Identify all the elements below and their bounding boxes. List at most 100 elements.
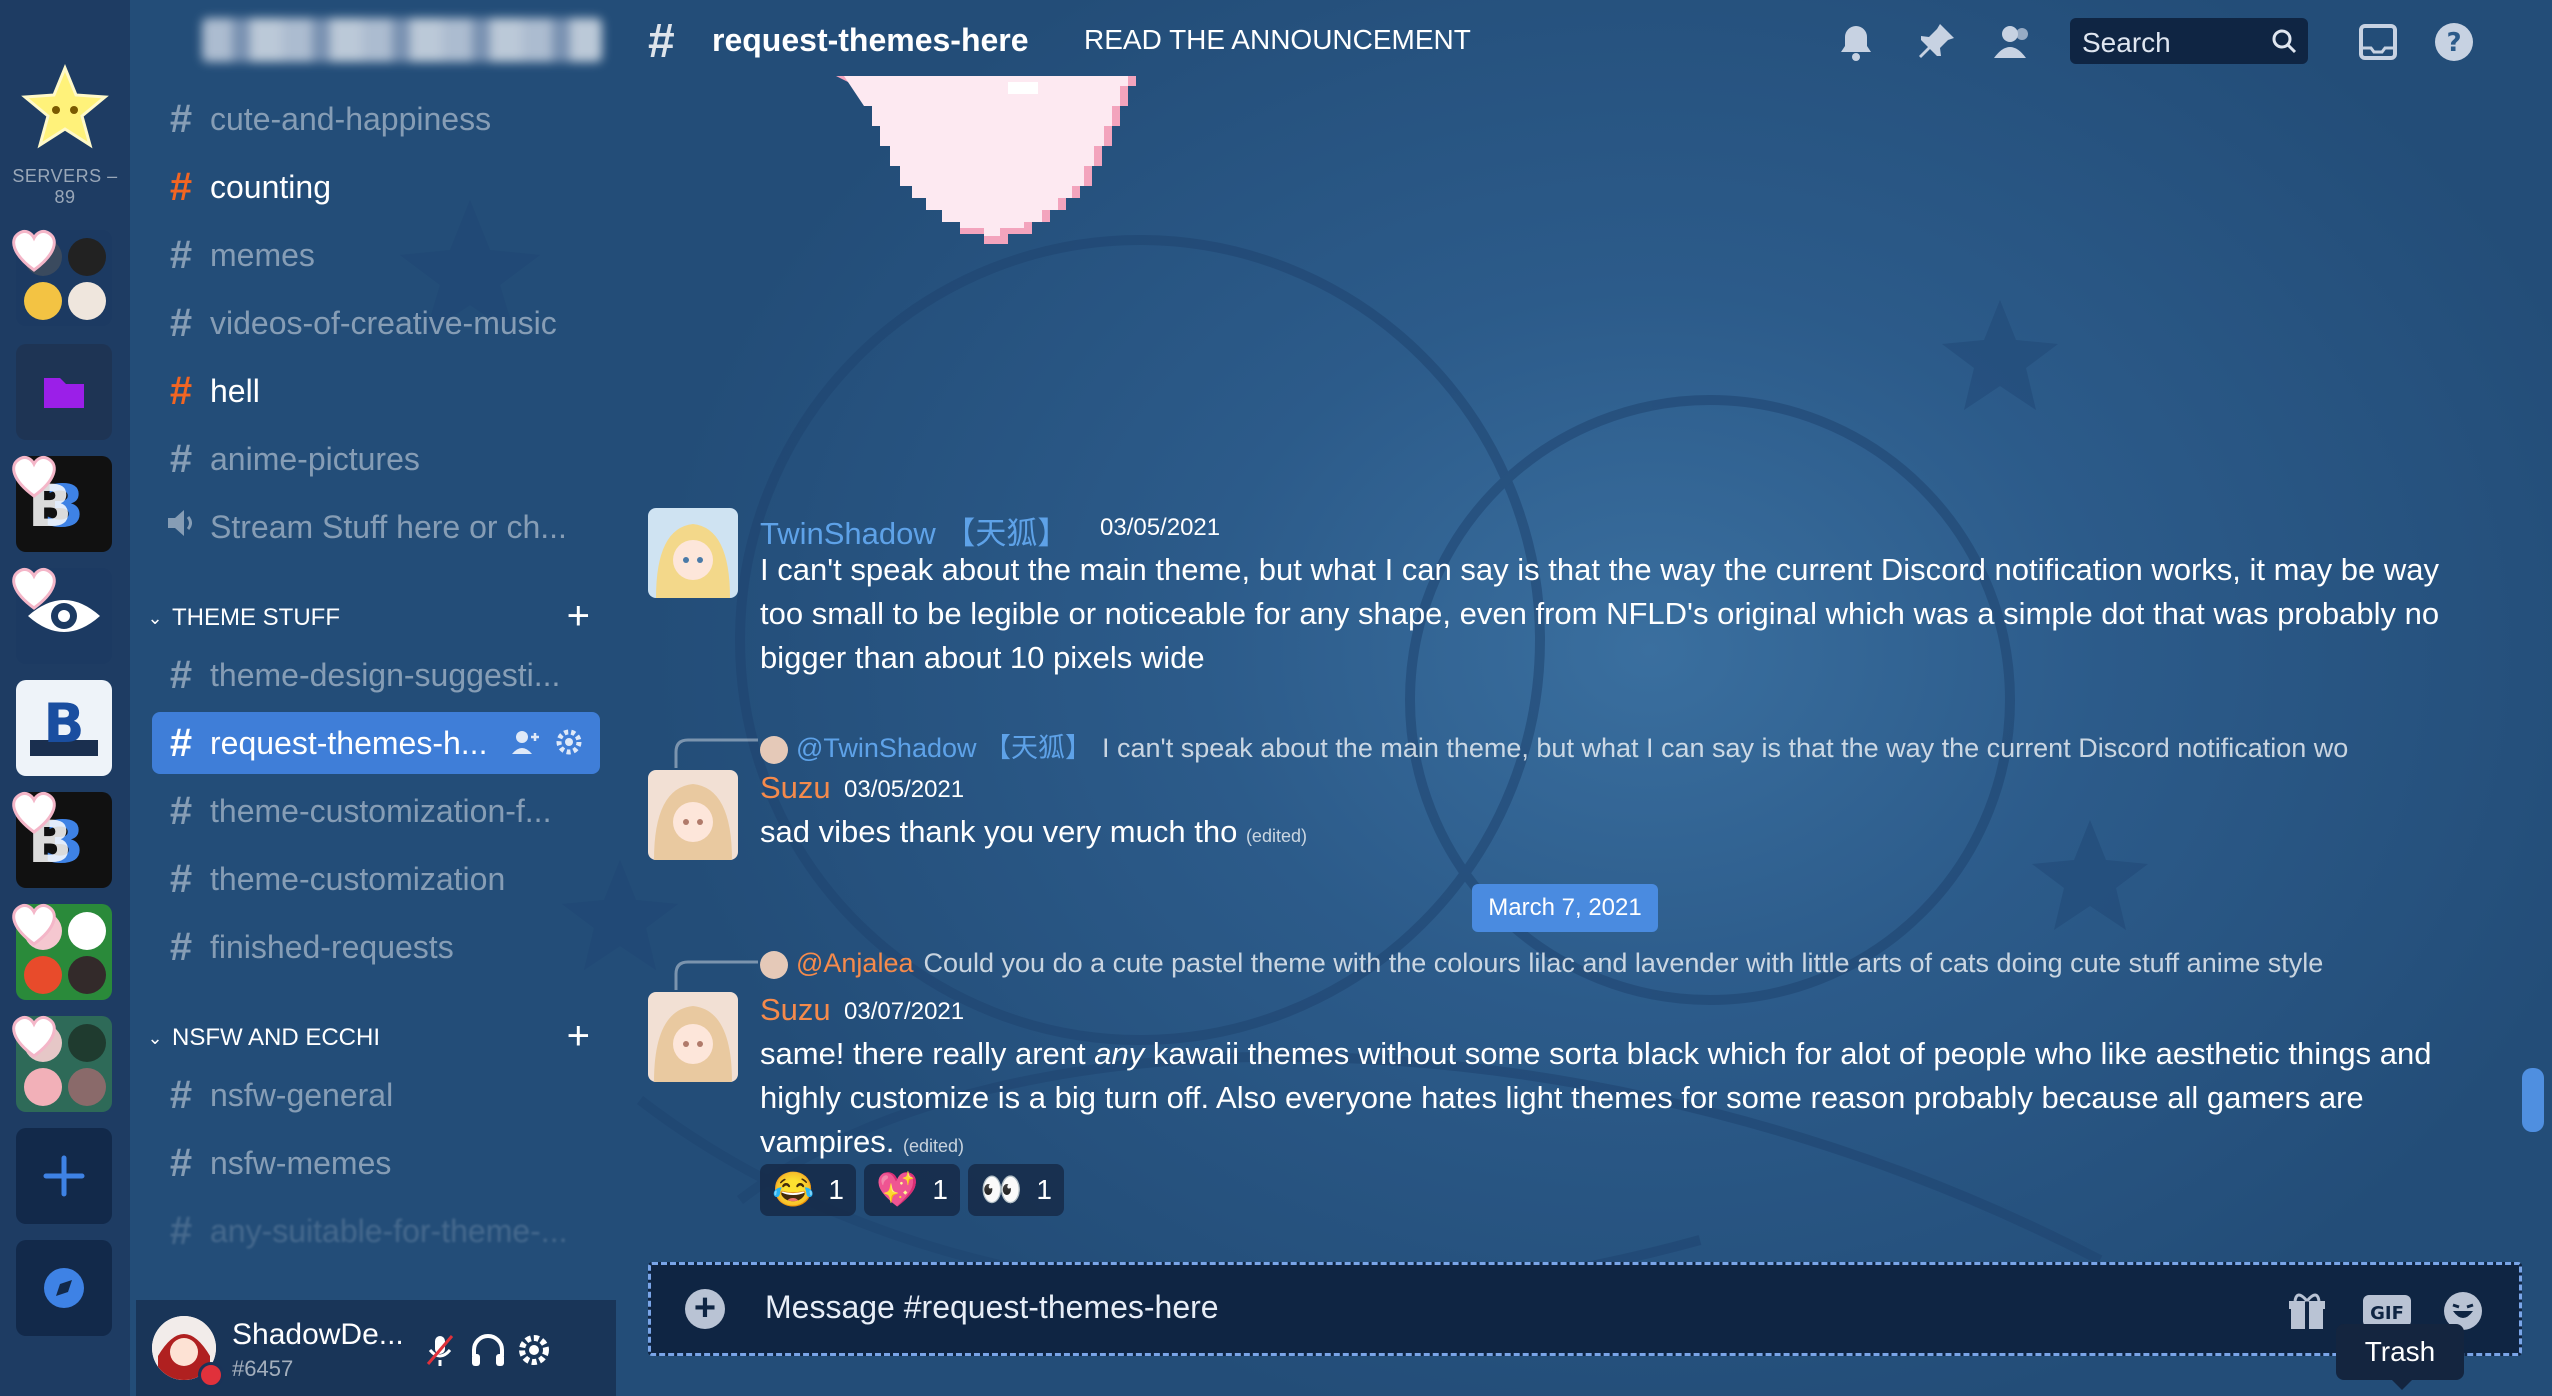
chevron-down-icon: ⌄ [147, 607, 163, 628]
hashtag-icon: # [169, 924, 193, 969]
discord-window: SERVERS – 89 3B B 3B # cute-and-happines… [0, 0, 2552, 1396]
reply-connector [674, 738, 758, 768]
reply-preview[interactable]: @Anjalea Could you do a cute pastel theme… [760, 948, 2450, 988]
channel-header: # request-themes-here READ THE ANNOUNCEM… [614, 0, 2552, 84]
message-text: same! there really arent any kawaii them… [760, 1036, 2432, 1159]
voice-channel-stream-stuff[interactable]: Stream Stuff here or ch... [152, 496, 600, 558]
channel-theme-design-suggestions[interactable]: # theme-design-suggesti... [152, 644, 600, 706]
attach-plus-button[interactable]: + [685, 1289, 725, 1329]
message-list: TwinShadow 【天狐】 03/05/2021 I can't speak… [614, 76, 2500, 1264]
server-count: SERVERS – 89 [12, 166, 118, 207]
reaction-joy[interactable]: 😂 1 [760, 1164, 856, 1216]
heart-badge-icon [12, 568, 56, 610]
channel-sidebar: # cute-and-happiness # counting # memes … [130, 0, 614, 1396]
status-dnd-icon [198, 1362, 224, 1388]
hashtag-icon: # [169, 436, 193, 481]
channel-finished-requests[interactable]: # finished-requests [152, 916, 600, 978]
channel-videos-of-creative-music[interactable]: # videos-of-creative-music [152, 292, 600, 354]
channel-memes[interactable]: # memes [152, 224, 600, 286]
inbox-icon[interactable] [2356, 20, 2400, 64]
channel-counting[interactable]: # counting [152, 156, 600, 218]
add-server-button[interactable] [16, 1128, 112, 1224]
svg-text:B: B [43, 692, 84, 755]
message-timestamp: 03/05/2021 [844, 776, 965, 803]
message-author[interactable]: TwinShadow 【天狐】 [760, 508, 1068, 553]
heart-badge-icon [12, 904, 56, 946]
category-nsfw-and-ecchi[interactable]: ⌄ NSFW AND ECCHI + [144, 1016, 614, 1058]
channel-request-themes-here[interactable]: # request-themes-h... [152, 712, 600, 774]
bell-icon[interactable] [1834, 20, 1878, 64]
avatar [760, 735, 788, 764]
scrollbar-thumb[interactable] [2522, 1068, 2544, 1132]
headphones-icon[interactable] [468, 1330, 508, 1370]
invite-user-icon[interactable] [510, 727, 540, 757]
hashtag-icon: # [648, 15, 675, 68]
gift-icon[interactable] [2285, 1289, 2329, 1333]
help-icon[interactable]: ? [2432, 20, 2476, 64]
message-input[interactable]: Message #request-themes-here [765, 1289, 1219, 1326]
create-channel-plus-icon[interactable]: + [567, 596, 590, 636]
home-star-icon[interactable] [20, 62, 110, 152]
channel-theme-customization-f[interactable]: # theme-customization-f... [152, 780, 600, 842]
avatar [760, 950, 788, 979]
reply-connector [674, 960, 758, 990]
channel-title: request-themes-here [712, 22, 1029, 58]
channel-topic[interactable]: READ THE ANNOUNCEMENT [1084, 24, 1471, 56]
hashtag-icon: # [169, 232, 193, 277]
search-icon [2272, 29, 2297, 54]
reply-preview[interactable]: @TwinShadow 【天狐】 I can't speak about the … [760, 726, 2450, 766]
heart-badge-icon [12, 230, 56, 272]
avatar[interactable] [648, 992, 738, 1082]
explore-servers-button[interactable] [16, 1240, 112, 1336]
plus-icon [43, 1155, 85, 1197]
heart-badge-icon [12, 456, 56, 498]
channel-nsfw-general[interactable]: # nsfw-general [152, 1064, 600, 1126]
channel-nsfw-memes[interactable]: # nsfw-memes [152, 1132, 600, 1194]
user-settings-gear-icon[interactable] [514, 1330, 554, 1370]
hashtag-icon: # [169, 788, 193, 833]
message-text: I can't speak about the main theme, but … [760, 552, 2440, 675]
reaction-eyes[interactable]: 👀 1 [968, 1164, 1064, 1216]
hashtag-icon: # [169, 856, 193, 901]
search-input[interactable]: Search [2070, 18, 2308, 64]
heart-badge-icon [12, 1016, 56, 1058]
gear-icon[interactable] [554, 727, 584, 757]
mute-microphone-icon[interactable] [420, 1330, 460, 1370]
compass-icon [44, 1268, 84, 1308]
hashtag-icon: # [169, 1208, 193, 1253]
hashtag-icon: # [169, 720, 193, 765]
pin-icon[interactable] [1914, 20, 1958, 64]
server-folder-purple[interactable] [16, 344, 112, 440]
create-channel-plus-icon[interactable]: + [567, 1016, 590, 1056]
hashtag-icon: # [169, 652, 193, 697]
username: ShadowDe... [232, 1318, 404, 1351]
reaction-sparkling-heart[interactable]: 💖 1 [864, 1164, 960, 1216]
hashtag-icon: # [169, 96, 193, 141]
trash-tooltip: Trash [2336, 1324, 2464, 1390]
avatar[interactable] [648, 770, 738, 860]
channel-anime-pictures[interactable]: # anime-pictures [152, 428, 600, 490]
message-author[interactable]: Suzu [760, 770, 831, 806]
speaker-icon [152, 505, 210, 550]
server-betterdiscord-2[interactable]: B [16, 680, 112, 776]
date-divider: March 7, 2021 [1472, 884, 1658, 932]
message-timestamp: 03/05/2021 [1100, 514, 1221, 541]
members-icon[interactable] [1992, 20, 2036, 64]
hashtag-icon: # [169, 164, 193, 209]
message-timestamp: 03/07/2021 [844, 998, 965, 1025]
channel-theme-customization[interactable]: # theme-customization [152, 848, 600, 910]
hashtag-icon: # [169, 368, 193, 413]
pixel-heart-image[interactable] [836, 76, 1136, 356]
message-text: sad vibes thank you very much tho (edite… [760, 814, 1307, 849]
server-name-blurred[interactable] [202, 18, 602, 62]
message-author[interactable]: Suzu [760, 992, 831, 1028]
avatar[interactable] [648, 508, 738, 598]
channel-partially-hidden[interactable]: # any-suitable-for-theme-... [152, 1200, 600, 1262]
hashtag-icon: # [169, 1140, 193, 1185]
hashtag-icon: # [169, 1072, 193, 1117]
server-rail: SERVERS – 89 3B B 3B [0, 0, 130, 1396]
channel-hell[interactable]: # hell [152, 360, 600, 422]
channel-cute-and-happiness[interactable]: # cute-and-happiness [152, 88, 600, 150]
category-theme-stuff[interactable]: ⌄ THEME STUFF + [144, 596, 614, 638]
hashtag-icon: # [169, 300, 193, 345]
